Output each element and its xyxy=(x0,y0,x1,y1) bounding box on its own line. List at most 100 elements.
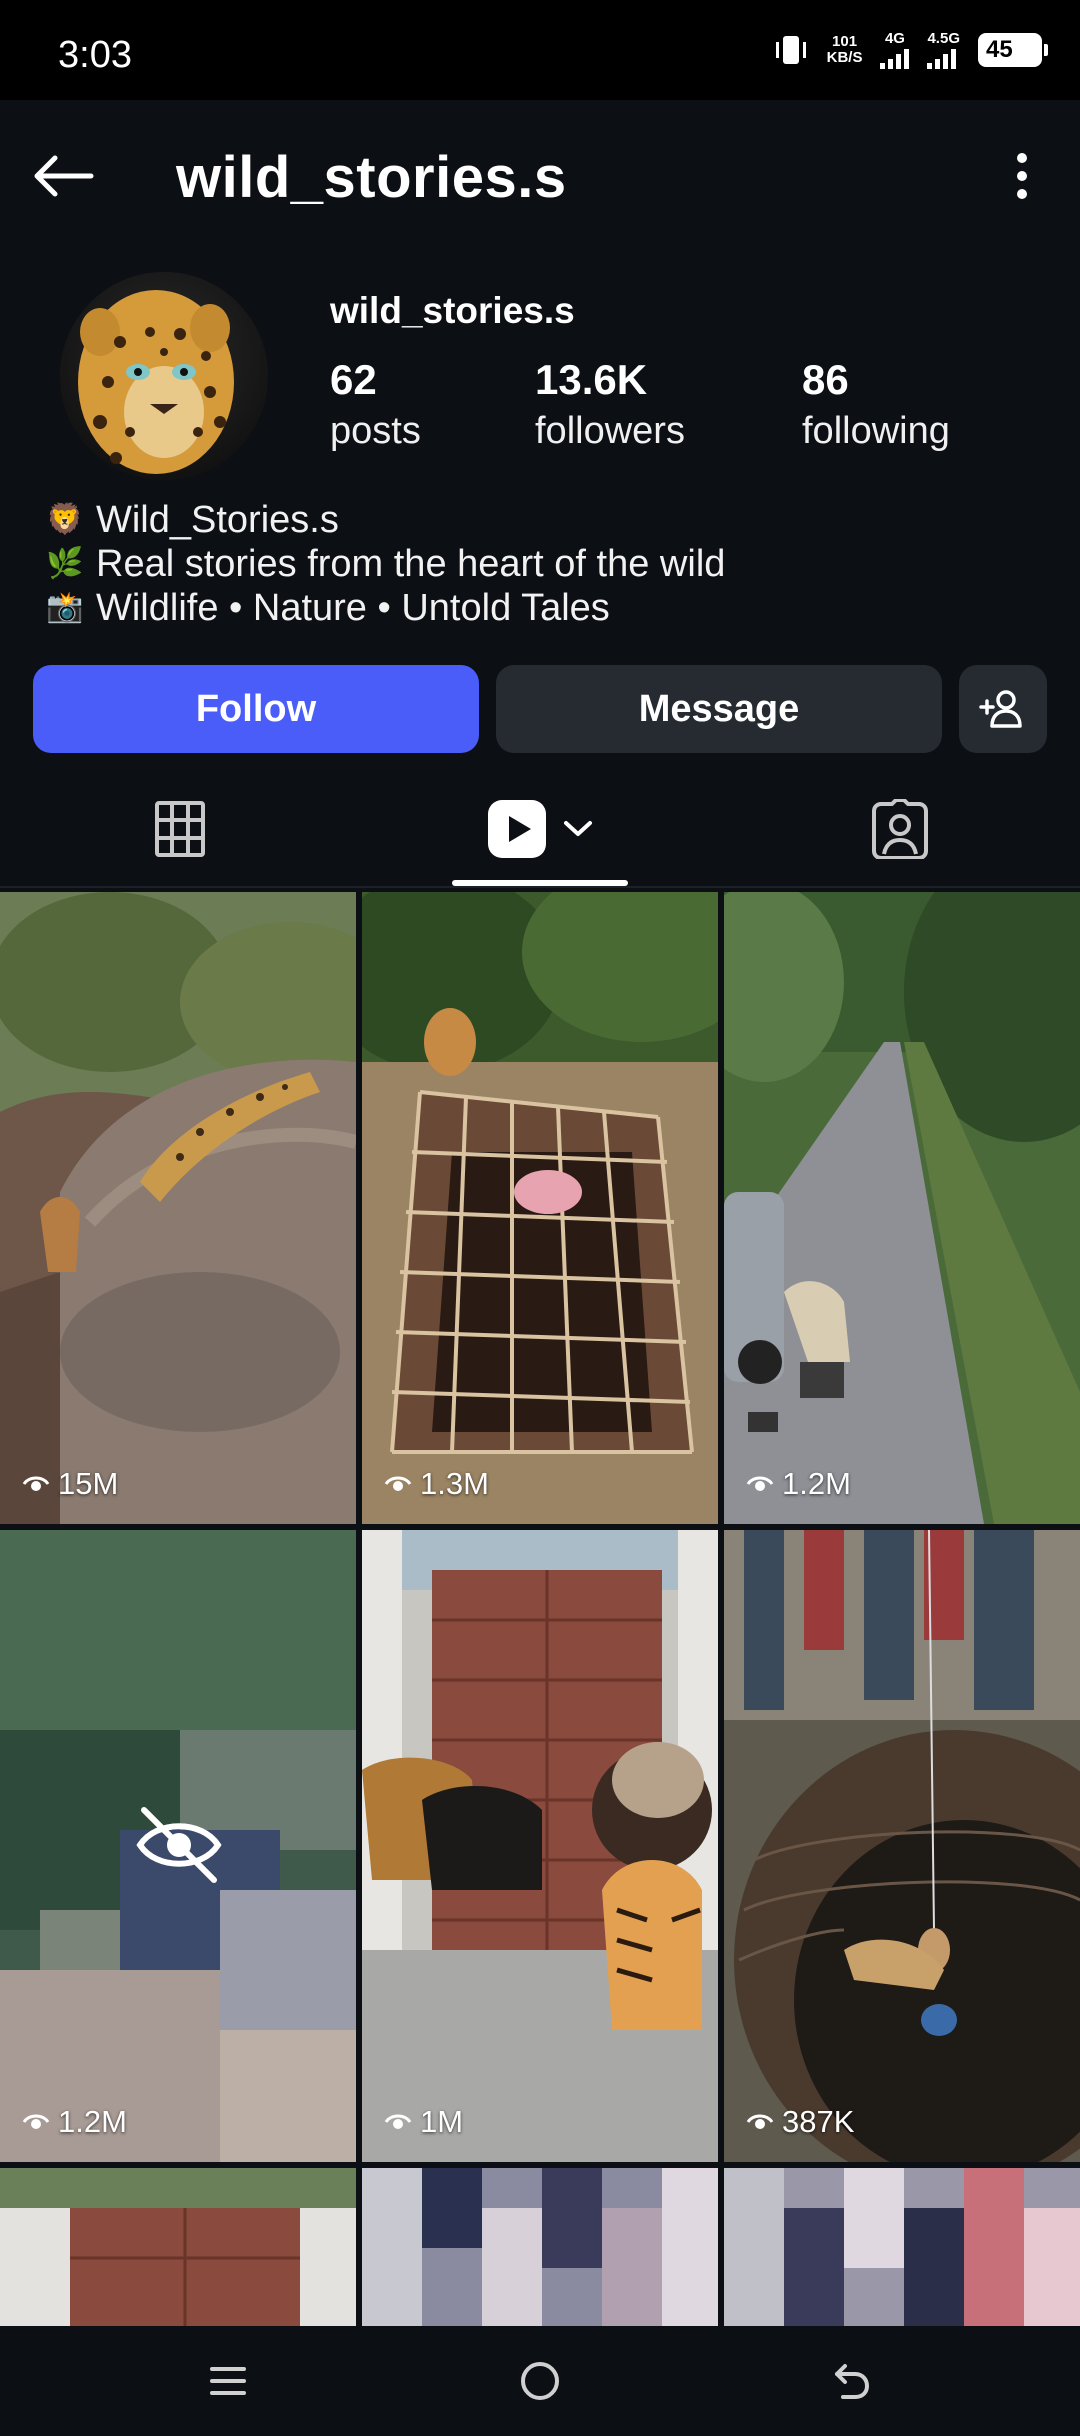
followers-count: 13.6K xyxy=(535,356,648,403)
vibrate-icon xyxy=(773,30,809,70)
home-button[interactable] xyxy=(480,2346,600,2416)
signal-2: 4.5G xyxy=(927,31,960,69)
tab-posts-grid[interactable] xyxy=(0,770,360,888)
add-user-icon xyxy=(979,690,1022,728)
network-speed-value: 101 xyxy=(832,33,858,50)
signal-bars-icon xyxy=(927,47,960,69)
page-title: wild_stories.s xyxy=(176,145,567,210)
reel-image xyxy=(724,1530,1080,2162)
view-count: 1M xyxy=(384,2104,463,2140)
network-speed-unit: KB/S xyxy=(826,49,863,66)
bio-line: 🌿 Real stories from the heart of the wil… xyxy=(44,542,725,586)
grid-icon xyxy=(155,801,205,857)
signal-bars-icon xyxy=(880,47,910,69)
posts-label: posts xyxy=(330,410,421,452)
more-options-button[interactable] xyxy=(992,146,1052,206)
tab-divider xyxy=(0,886,1080,888)
network-speed: 101 KB/S xyxy=(827,34,863,66)
following-count: 86 xyxy=(802,356,849,403)
bio-text: Real stories from the heart of the wild xyxy=(96,543,726,585)
battery-icon: 45 xyxy=(978,33,1048,67)
eye-icon xyxy=(384,2114,412,2129)
eye-off-icon xyxy=(136,1807,222,1883)
profile-username: wild_stories.s xyxy=(330,290,575,331)
reel-thumbnail-hidden[interactable]: 1.2M xyxy=(0,1530,356,2162)
reel-thumbnail[interactable]: 15M xyxy=(0,892,356,1524)
recent-apps-button[interactable] xyxy=(168,2346,288,2416)
profile-header: wild_stories.s xyxy=(0,100,1080,250)
leopard-avatar-image xyxy=(60,272,268,480)
arrow-left-icon xyxy=(34,155,94,197)
view-count-text: 1.2M xyxy=(58,2104,127,2139)
reel-thumbnail-hidden[interactable] xyxy=(362,2168,718,2326)
camera-icon: 📸 xyxy=(46,591,84,624)
view-count: 387K xyxy=(746,2104,854,2140)
bio-text: Wild_Stories.s xyxy=(96,499,339,541)
bio-text: Wildlife • Nature • Untold Tales xyxy=(96,587,610,629)
system-back-button[interactable] xyxy=(792,2346,912,2416)
posts-count: 62 xyxy=(330,356,377,403)
view-count: 1.2M xyxy=(22,2104,127,2140)
herb-icon: 🌿 xyxy=(46,547,84,580)
view-count-text: 1M xyxy=(420,2104,464,2139)
view-count-text: 1.2M xyxy=(782,1466,851,1501)
bio-line: 🦁 Wild_Stories.s xyxy=(44,498,725,542)
reel-thumbnail[interactable]: 387K xyxy=(724,1530,1080,2162)
follow-button[interactable]: Follow xyxy=(33,665,479,753)
stat-posts[interactable]: 62 posts xyxy=(330,356,421,453)
tab-tagged[interactable] xyxy=(720,770,1080,888)
tab-reels[interactable] xyxy=(360,770,720,888)
avatar[interactable] xyxy=(60,272,268,480)
reel-thumbnail[interactable]: 1M xyxy=(362,1530,718,2162)
signal-1: 4G xyxy=(880,30,910,69)
reel-image xyxy=(724,892,1080,1524)
view-count: 1.2M xyxy=(746,1466,851,1502)
view-count: 15M xyxy=(22,1466,118,1502)
battery-level: 45 xyxy=(986,36,1013,63)
status-bar: 3:03 101 KB/S 4G 4.5G 45 xyxy=(0,0,1080,100)
stat-following[interactable]: 86 following xyxy=(802,356,950,453)
view-count-text: 1.3M xyxy=(420,1466,489,1501)
reels-icon xyxy=(488,800,546,858)
view-count: 1.3M xyxy=(384,1466,489,1502)
tagged-person-icon xyxy=(872,799,928,859)
following-label: following xyxy=(802,410,950,452)
eye-icon xyxy=(22,2114,50,2129)
reel-thumbnail-hidden[interactable] xyxy=(724,2168,1080,2326)
profile-bio: 🦁 Wild_Stories.s 🌿 Real stories from the… xyxy=(44,498,725,630)
reel-image-blurred xyxy=(724,2168,1080,2326)
reel-image xyxy=(0,892,356,1524)
reel-image xyxy=(362,1530,718,2162)
menu-icon xyxy=(210,2367,246,2395)
reel-thumbnail[interactable]: 1.2M xyxy=(724,892,1080,1524)
back-icon xyxy=(835,2364,870,2399)
status-time: 3:03 xyxy=(58,34,132,76)
system-nav-bar xyxy=(0,2326,1080,2436)
reel-thumbnail[interactable] xyxy=(0,2168,356,2326)
reel-thumbnail[interactable]: 1.3M xyxy=(362,892,718,1524)
more-vertical-icon xyxy=(1017,153,1027,199)
eye-icon xyxy=(384,1476,412,1491)
status-icons: 101 KB/S 4G 4.5G 45 xyxy=(773,30,1048,70)
eye-icon xyxy=(746,1476,774,1491)
signal-1-label: 4G xyxy=(884,30,905,47)
lion-icon: 🦁 xyxy=(46,503,84,536)
reel-image xyxy=(0,2168,356,2326)
home-circle-icon xyxy=(521,2362,559,2400)
back-button[interactable] xyxy=(28,146,100,206)
reel-image-blurred xyxy=(362,2168,718,2326)
eye-icon xyxy=(22,1476,50,1491)
reel-image xyxy=(362,892,718,1524)
view-count-text: 387K xyxy=(782,2104,855,2139)
chevron-down-icon xyxy=(564,821,592,836)
view-count-text: 15M xyxy=(58,1466,119,1501)
reels-grid: 15M 1.3M 1.2M 1.2M 1M 387K xyxy=(0,892,1080,2326)
stat-followers[interactable]: 13.6K followers xyxy=(535,356,685,453)
message-button[interactable]: Message xyxy=(496,665,942,753)
followers-label: followers xyxy=(535,410,685,452)
signal-2-label: 4.5G xyxy=(927,30,960,47)
eye-icon xyxy=(746,2114,774,2129)
content-tabs xyxy=(0,770,1080,888)
suggested-users-button[interactable] xyxy=(959,665,1047,753)
bio-line: 📸 Wildlife • Nature • Untold Tales xyxy=(44,586,725,630)
